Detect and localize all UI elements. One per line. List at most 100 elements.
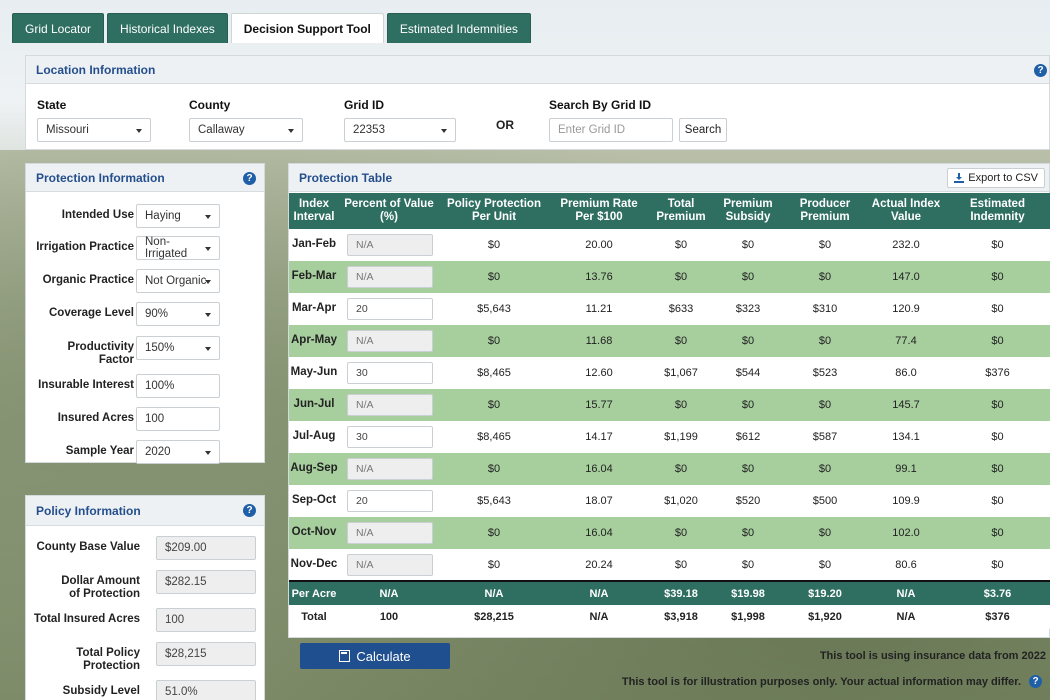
policy-panel: Policy Information ? County Base Value $… [25, 495, 265, 700]
intended-use-select[interactable]: Haying [136, 204, 220, 228]
column-header: Total Premium [649, 193, 713, 229]
field-value: 150% [145, 342, 175, 354]
county-select[interactable]: Callaway [189, 118, 303, 142]
interval-cell: Sep-Oct [289, 485, 339, 517]
column-header: Premium Rate Per $100 [549, 193, 649, 229]
dollar-protection-value: $282.15 [156, 570, 256, 594]
column-header: Premium Subsidy [713, 193, 783, 229]
field-value: Non-Irrigated [145, 236, 188, 260]
percent-of-value-input[interactable]: 30 [347, 426, 433, 448]
producer-cell: $0 [783, 389, 867, 421]
protection-table: Index Interval Percent of Value (%) Poli… [289, 193, 1050, 629]
interval-cell: Jan-Feb [289, 229, 339, 261]
interval-cell: Nov-Dec [289, 549, 339, 581]
help-icon[interactable]: ? [1029, 675, 1042, 688]
field-label: Irrigation Practice [36, 241, 134, 253]
summary-cell: $1,920 [783, 605, 867, 629]
percent-cell: N/A [339, 261, 439, 293]
insured-acres-input[interactable]: 100 [136, 407, 220, 431]
table-header-row: Index Interval Percent of Value (%) Poli… [289, 193, 1050, 229]
table-row: Jun-Jul N/A $0 15.77 $0 $0 $0 145.7 $0 [289, 389, 1050, 421]
ppu-cell: $0 [439, 229, 549, 261]
subsidy-cell: $0 [713, 453, 783, 485]
help-icon[interactable]: ? [1034, 64, 1047, 77]
grid-select[interactable]: 22353 [344, 118, 456, 142]
help-icon[interactable]: ? [243, 504, 256, 517]
tab-bar: Grid Locator Historical Indexes Decision… [12, 13, 531, 43]
percent-of-value-input[interactable]: 20 [347, 298, 433, 320]
tab-estimated-indemnities[interactable]: Estimated Indemnities [386, 13, 531, 43]
column-header: Estimated Indemnity [945, 193, 1050, 229]
help-icon[interactable]: ? [243, 172, 256, 185]
chevron-down-icon [205, 451, 211, 455]
state-field: State Missouri [37, 98, 151, 142]
table-row: May-Jun 30 $8,465 12.60 $1,067 $544 $523 86.0 $3… [289, 357, 1050, 389]
table-row: Sep-Oct 20 $5,643 18.07 $1,020 $520 $500 109.9 $… [289, 485, 1050, 517]
table-row: Aug-Sep N/A $0 16.04 $0 $0 $0 99.1 $0 [289, 453, 1050, 485]
coverage-select[interactable]: 90% [136, 302, 220, 326]
summary-cell: $19.20 [783, 580, 867, 605]
rate-cell: 16.04 [549, 453, 649, 485]
producer-cell: $0 [783, 517, 867, 549]
coverage-row: Coverage Level 90% [26, 302, 266, 326]
percent-cell: N/A [339, 389, 439, 421]
percent-of-value-input: N/A [347, 394, 433, 416]
percent-cell: N/A [339, 229, 439, 261]
table-row: Jan-Feb N/A $0 20.00 $0 $0 $0 232.0 $0 [289, 229, 1050, 261]
organic-select[interactable]: Not Organic [136, 269, 220, 293]
total-cell: $0 [649, 389, 713, 421]
tab-historical-indexes[interactable]: Historical Indexes [107, 13, 228, 43]
percent-of-value-input[interactable]: 20 [347, 490, 433, 512]
ppu-cell: $8,465 [439, 421, 549, 453]
ppu-cell: $8,465 [439, 357, 549, 389]
calculate-button[interactable]: Calculate [300, 643, 450, 669]
index-cell: 145.7 [867, 389, 945, 421]
table-row: Feb-Mar N/A $0 13.76 $0 $0 $0 147.0 $0 [289, 261, 1050, 293]
policy-title: Policy Information [36, 503, 141, 518]
insurable-interest-input[interactable]: 100% [136, 374, 220, 398]
irrigation-row: Irrigation Practice Non-Irrigated [26, 236, 266, 260]
percent-cell: 30 [339, 421, 439, 453]
percent-of-value-input[interactable]: 30 [347, 362, 433, 384]
search-field: Search By Grid ID Enter Grid ID Search [549, 98, 727, 142]
policy-header: Policy Information ? [26, 496, 264, 526]
producer-cell: $0 [783, 549, 867, 581]
irrigation-select[interactable]: Non-Irrigated [136, 236, 220, 260]
column-header: Percent of Value (%) [339, 193, 439, 229]
state-value: Missouri [46, 124, 89, 136]
policy-row: Subsidy Level 51.0% [26, 680, 266, 700]
grid-search-input[interactable]: Enter Grid ID [549, 118, 673, 142]
download-icon [954, 173, 965, 183]
grid-label: Grid ID [344, 98, 385, 112]
field-label: Subsidy Level [62, 685, 140, 697]
percent-cell: 20 [339, 293, 439, 325]
indemnity-cell: $376 [945, 357, 1050, 389]
ppu-cell: $0 [439, 389, 549, 421]
tab-grid-locator[interactable]: Grid Locator [12, 13, 105, 43]
tab-decision-support-tool[interactable]: Decision Support Tool [230, 13, 384, 43]
ppu-cell: $0 [439, 453, 549, 485]
chevron-down-icon [205, 247, 211, 251]
field-label: Dollar Amount of Protection [61, 575, 140, 600]
summary-cell: $3.76 [945, 580, 1050, 605]
productivity-select[interactable]: 150% [136, 336, 220, 360]
percent-of-value-input: N/A [347, 330, 433, 352]
subsidy-cell: $544 [713, 357, 783, 389]
rate-cell: 20.24 [549, 549, 649, 581]
interval-cell: Jun-Jul [289, 389, 339, 421]
field-label: Intended Use [61, 209, 134, 221]
index-cell: 109.9 [867, 485, 945, 517]
state-select[interactable]: Missouri [37, 118, 151, 142]
total-insured-acres-value: 100 [156, 608, 256, 632]
total-cell: $0 [649, 229, 713, 261]
total-cell: $633 [649, 293, 713, 325]
export-csv-button[interactable]: Export to CSV [947, 168, 1045, 188]
chevron-down-icon [205, 347, 211, 351]
sample-year-select[interactable]: 2020 [136, 440, 220, 464]
data-year-note: This tool is using insurance data from 2… [819, 650, 1046, 662]
subsidy-cell: $0 [713, 261, 783, 293]
subsidy-cell: $0 [713, 517, 783, 549]
producer-cell: $0 [783, 261, 867, 293]
search-button[interactable]: Search [679, 118, 727, 142]
field-label: Total Insured Acres [33, 613, 140, 625]
